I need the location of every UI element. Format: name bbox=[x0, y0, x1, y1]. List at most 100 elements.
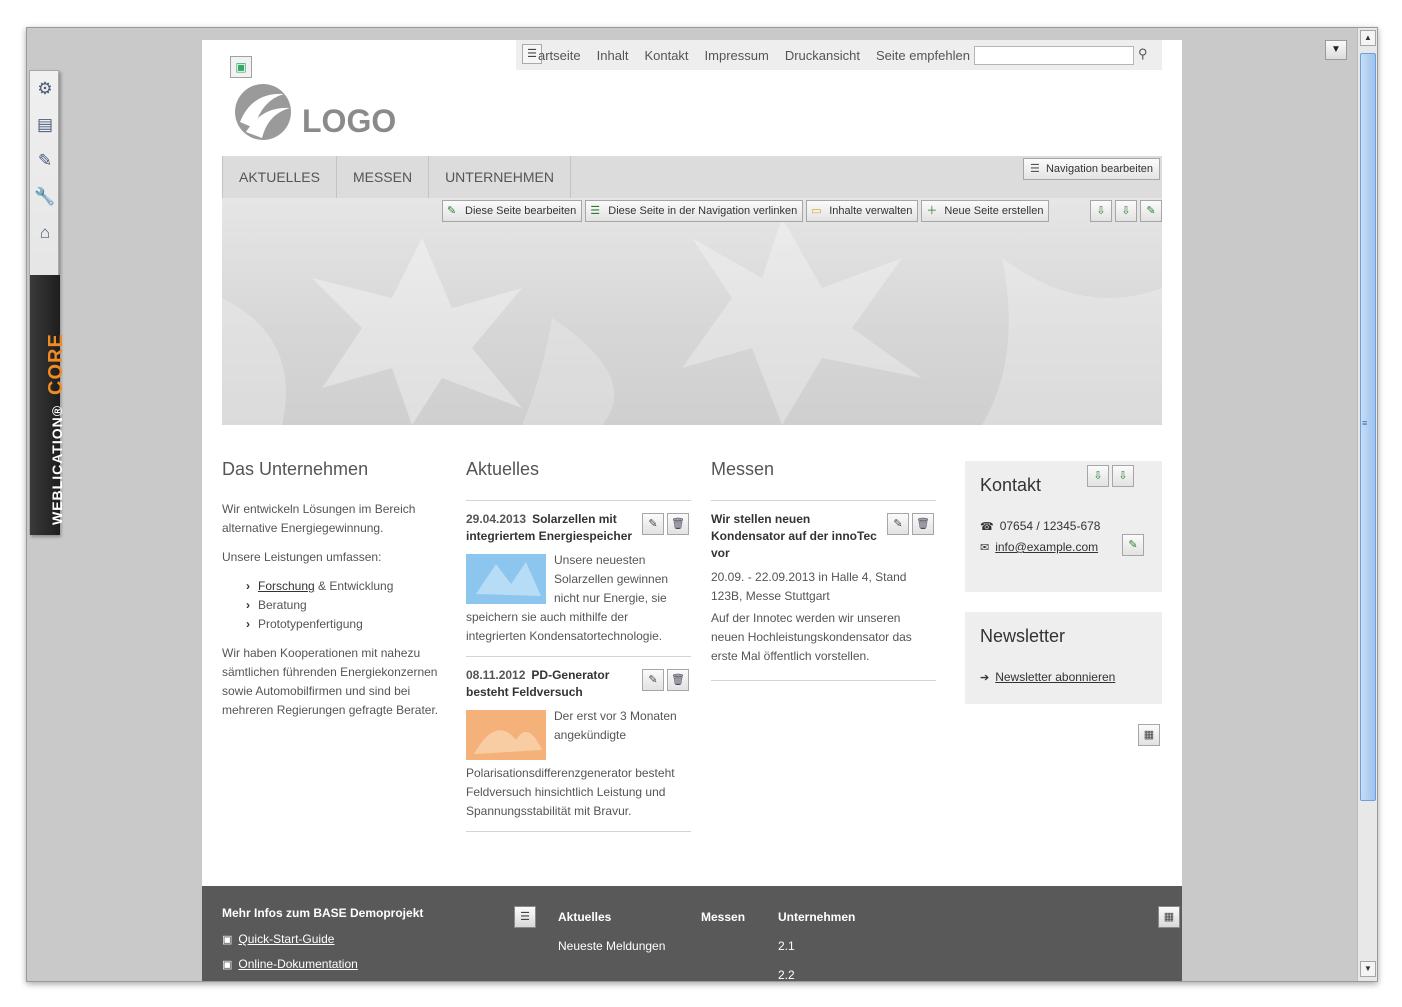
edit-page-button[interactable]: ✎ Diese Seite bearbeiten bbox=[442, 200, 583, 222]
list-item: Prototypenfertigung bbox=[246, 615, 448, 634]
meta-link-druckansicht[interactable]: Druckansicht bbox=[785, 48, 860, 63]
online-docs-link[interactable]: Online-Dokumentation bbox=[238, 957, 357, 971]
edit-icon: ✎ bbox=[447, 205, 457, 217]
image-edit-icon[interactable]: ▣ bbox=[230, 56, 252, 78]
insert-icon[interactable]: ⇩ bbox=[1115, 200, 1137, 222]
phone-icon: ☎ bbox=[980, 521, 994, 533]
home-icon[interactable]: ⌂ bbox=[30, 215, 60, 251]
edit-icon[interactable]: ✎ bbox=[30, 143, 60, 179]
footer-link-row: ▣ Quick-Start-Guide bbox=[222, 932, 423, 946]
gear-icon[interactable]: ⚙ bbox=[30, 71, 60, 107]
event-item: Wir stellen neuen Kondensator auf der in… bbox=[711, 500, 936, 681]
footer-heading-messen[interactable]: Messen bbox=[701, 910, 745, 924]
search-icon[interactable]: ⚲ bbox=[1138, 46, 1148, 62]
browser-window: ⚙ ▤ ✎ 🔧 ⌂ WEBLICATION® CORE ▼ ☰ artseite … bbox=[26, 27, 1378, 982]
arrow-link-icon: ➔ bbox=[980, 672, 990, 684]
services-intro: Unsere Leistungen umfassen: bbox=[222, 550, 382, 564]
dropdown-toggle-button[interactable]: ▼ bbox=[1325, 40, 1347, 60]
brand-core: CORE bbox=[45, 333, 67, 395]
edit-icon[interactable]: ✎ bbox=[1140, 200, 1162, 222]
document-icon: ▣ bbox=[222, 958, 233, 971]
scroll-down-button[interactable]: ▼ bbox=[1360, 961, 1376, 977]
leaf-background-image bbox=[222, 218, 1162, 425]
tab-unternehmen[interactable]: UNTERNEHMEN bbox=[429, 156, 571, 198]
footer-nav-edit-icon[interactable]: ☰ bbox=[514, 906, 536, 928]
search-input[interactable] bbox=[974, 46, 1134, 65]
footer-link-2-1[interactable]: 2.1 bbox=[778, 939, 795, 953]
trash-icon[interactable]: 🗑 bbox=[667, 513, 689, 535]
web-page: ☰ artseite Inhalt Kontakt Impressum Druc… bbox=[202, 40, 1182, 981]
email-link[interactable]: info@example.com bbox=[995, 540, 1098, 554]
footer-link-neueste-meldungen[interactable]: Neueste Meldungen bbox=[558, 939, 665, 953]
news-thumbnail-image bbox=[466, 710, 546, 760]
news-thumbnail-image bbox=[466, 554, 546, 604]
event-text: Auf der Innotec werden wir unseren neuen… bbox=[711, 611, 912, 663]
logo-text: LOGO bbox=[302, 103, 397, 139]
edit-icon[interactable]: ✎ bbox=[642, 513, 664, 535]
edit-icon[interactable]: ✎ bbox=[642, 669, 664, 691]
phone-number: 07654 / 12345-678 bbox=[999, 519, 1101, 533]
footer-title: Mehr Infos zum BASE Demoprojekt bbox=[222, 906, 424, 920]
new-page-button[interactable]: ＋ Neue Seite erstellen bbox=[921, 200, 1050, 222]
link-navigation-button[interactable]: ☰ Diese Seite in der Navigation verlinken bbox=[585, 200, 804, 222]
new-page-icon: ＋ bbox=[926, 205, 938, 217]
newsletter-title: Newsletter bbox=[980, 626, 1066, 646]
column-aktuelles: Aktuelles 29.04.2013 Solarzellen mit inte… bbox=[466, 460, 691, 832]
link-navigation-label: Diese Seite in der Navigation verlinken bbox=[608, 205, 798, 217]
newsletter-subscribe-link[interactable]: Newsletter abonnieren bbox=[995, 670, 1115, 684]
list-item-text: & Entwicklung bbox=[314, 579, 394, 593]
insert-icon[interactable]: ⇩ bbox=[1112, 465, 1134, 487]
wrench-icon[interactable]: 🔧 bbox=[30, 179, 60, 215]
edit-icon[interactable]: ✎ bbox=[887, 513, 909, 535]
nav-link-icon: ☰ bbox=[590, 205, 601, 217]
newsletter-box: Newsletter ➔ Newsletter abonnieren bbox=[965, 612, 1162, 704]
tab-messen[interactable]: MESSEN bbox=[337, 156, 430, 198]
event-details: 20.09. - 22.09.2013 in Halle 4, Stand 12… bbox=[711, 570, 907, 603]
column-messen: Messen Wir stellen neuen Kondensator auf… bbox=[711, 460, 936, 681]
news-item: 29.04.2013 Solarzellen mit integriertem E… bbox=[466, 500, 691, 656]
manage-content-label: Inhalte verwalten bbox=[829, 205, 913, 217]
news-item: 08.11.2012 PD-Generator besteht Feldversu… bbox=[466, 656, 691, 831]
list-item: Beratung bbox=[246, 596, 448, 615]
footer-heading-aktuelles[interactable]: Aktuelles bbox=[558, 910, 611, 924]
main-navigation: AKTUELLES MESSEN UNTERNEHMEN Navigation … bbox=[222, 156, 1162, 198]
footer: Mehr Infos zum BASE Demoprojekt ▣ Quick-S… bbox=[202, 886, 1182, 981]
meta-link-kontakt[interactable]: Kontakt bbox=[644, 48, 688, 63]
insert-icon[interactable]: ⇩ bbox=[1090, 200, 1112, 222]
intro-text: Wir entwickeln Lösungen im Bereich alter… bbox=[222, 502, 416, 535]
layout-icon[interactable]: ▤ bbox=[30, 107, 60, 143]
trash-icon[interactable]: 🗑 bbox=[667, 669, 689, 691]
hero-tools: ⇩ ⇩ ✎ bbox=[1090, 200, 1162, 222]
edit-icon[interactable]: ✎ bbox=[1122, 534, 1144, 556]
meta-link-impressum[interactable]: Impressum bbox=[705, 48, 769, 63]
column-title: Das Unternehmen bbox=[222, 459, 369, 479]
manage-content-button[interactable]: ▭ Inhalte verwalten bbox=[806, 200, 919, 222]
footer-link-row: ▣ Online-Dokumentation bbox=[222, 957, 423, 971]
meta-link-startseite[interactable]: artseite bbox=[538, 48, 581, 63]
footer-link-2-2[interactable]: 2.2 bbox=[778, 968, 795, 981]
site-logo[interactable]: LOGO bbox=[232, 82, 396, 142]
tab-aktuelles[interactable]: AKTUELLES bbox=[222, 156, 337, 198]
list-item: Forschung & Entwicklung bbox=[246, 577, 448, 596]
edit-navigation-button[interactable]: Navigation bearbeiten bbox=[1022, 158, 1160, 180]
footer-info: Mehr Infos zum BASE Demoprojekt ▣ Quick-S… bbox=[222, 906, 424, 981]
scroll-up-button[interactable]: ▲ bbox=[1360, 30, 1376, 46]
cooperation-text: Wir haben Kooperationen mit nahezu sämtl… bbox=[222, 646, 439, 717]
weblication-side-toolbar: ⚙ ▤ ✎ 🔧 ⌂ WEBLICATION® CORE bbox=[29, 70, 67, 535]
insert-icon[interactable]: ⇩ bbox=[1087, 465, 1109, 487]
meta-link-seite-empfehlen[interactable]: Seite empfehlen bbox=[876, 48, 970, 63]
layout-icon[interactable]: ▦ bbox=[1158, 906, 1180, 928]
column-title: Aktuelles bbox=[466, 459, 540, 479]
weblication-brand: WEBLICATION® CORE bbox=[30, 275, 67, 535]
hero-banner: ✎ Diese Seite bearbeiten ☰ Diese Seite in … bbox=[222, 198, 1162, 425]
mail-icon: ✉ bbox=[980, 542, 990, 554]
footer-heading-unternehmen[interactable]: Unternehmen bbox=[778, 910, 855, 924]
vertical-scrollbar[interactable]: ▲ ≡ ▼ bbox=[1357, 28, 1377, 981]
layout-icon[interactable]: ▦ bbox=[1138, 724, 1160, 746]
edit-page-label: Diese Seite bearbeiten bbox=[465, 205, 577, 217]
forschung-link[interactable]: Forschung bbox=[258, 579, 315, 593]
quick-start-link[interactable]: Quick-Start-Guide bbox=[238, 932, 334, 946]
meta-link-inhalt[interactable]: Inhalt bbox=[597, 48, 629, 63]
meta-navigation: ☰ artseite Inhalt Kontakt Impressum Druc… bbox=[516, 40, 1162, 70]
trash-icon[interactable]: 🗑 bbox=[912, 513, 934, 535]
